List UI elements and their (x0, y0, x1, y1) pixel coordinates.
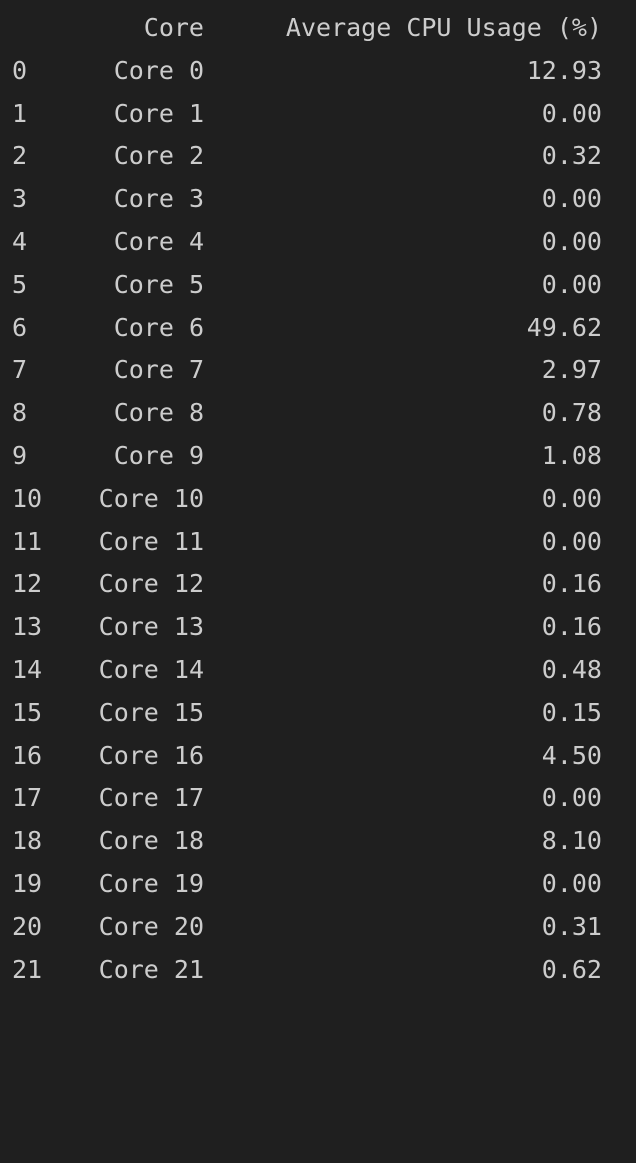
row-index: 13 (12, 612, 43, 642)
row-usage: 49.62 (526, 312, 602, 342)
table-row: 18 Core 18 8.10 (0, 820, 636, 863)
row-core: Core 1 (113, 98, 204, 128)
row-core: Core 7 (113, 355, 204, 385)
table-row: 6 Core 6 49.62 (0, 307, 636, 350)
row-usage: 0.48 (541, 654, 602, 684)
row-index: 11 (12, 526, 43, 556)
table-row: 3 Core 3 0.00 (0, 178, 636, 221)
table-row: 15 Core 15 0.15 (0, 692, 636, 735)
row-index: 10 (12, 483, 43, 513)
row-core: Core 4 (113, 226, 204, 256)
row-index: 17 (12, 783, 43, 813)
row-index: 8 (12, 398, 28, 428)
row-core: Core 12 (98, 569, 204, 599)
table-row: 0 Core 0 12.93 (0, 50, 636, 93)
row-core: Core 8 (113, 398, 204, 428)
row-core: Core 18 (98, 826, 204, 856)
dataframe-output: Core Average CPU Usage (%) 0 Core 0 12.9… (0, 0, 636, 991)
row-usage: 1.08 (541, 440, 602, 470)
row-index: 14 (12, 654, 43, 684)
row-index: 4 (12, 226, 28, 256)
row-usage: 8.10 (541, 826, 602, 856)
row-usage: 0.62 (541, 954, 602, 984)
row-core: Core 3 (113, 184, 204, 214)
row-index: 1 (12, 98, 28, 128)
row-index: 9 (12, 440, 28, 470)
row-usage: 0.16 (541, 612, 602, 642)
table-row: 9 Core 9 1.08 (0, 435, 636, 478)
row-usage: 12.93 (526, 55, 602, 85)
row-usage: 0.78 (541, 398, 602, 428)
row-index: 12 (12, 569, 43, 599)
table-row: 16 Core 16 4.50 (0, 735, 636, 778)
row-usage: 0.00 (541, 184, 602, 214)
table-row: 19 Core 19 0.00 (0, 863, 636, 906)
row-usage: 0.00 (541, 783, 602, 813)
row-index: 21 (12, 954, 43, 984)
table-row: 10 Core 10 0.00 (0, 478, 636, 521)
row-usage: 0.32 (541, 141, 602, 171)
row-core: Core 21 (98, 954, 204, 984)
table-row: 2 Core 2 0.32 (0, 135, 636, 178)
row-index: 15 (12, 697, 43, 727)
row-index: 20 (12, 911, 43, 941)
row-core: Core 16 (98, 740, 204, 770)
table-row: 1 Core 1 0.00 (0, 93, 636, 136)
table-row: 21 Core 21 0.62 (0, 949, 636, 992)
row-usage: 4.50 (541, 740, 602, 770)
row-index: 5 (12, 269, 28, 299)
row-index: 2 (12, 141, 28, 171)
row-core: Core 5 (113, 269, 204, 299)
row-core: Core 6 (113, 312, 204, 342)
row-index: 0 (12, 55, 28, 85)
row-core: Core 10 (98, 483, 204, 513)
table-row: 8 Core 8 0.78 (0, 392, 636, 435)
table-row: 11 Core 11 0.00 (0, 521, 636, 564)
row-core: Core 17 (98, 783, 204, 813)
table-row: 7 Core 7 2.97 (0, 349, 636, 392)
row-usage: 2.97 (541, 355, 602, 385)
row-usage: 0.00 (541, 269, 602, 299)
table-row: 13 Core 13 0.16 (0, 606, 636, 649)
row-usage: 0.31 (541, 911, 602, 941)
row-index: 7 (12, 355, 28, 385)
row-core: Core 20 (98, 911, 204, 941)
row-core: Core 14 (98, 654, 204, 684)
table-row: 20 Core 20 0.31 (0, 906, 636, 949)
row-usage: 0.00 (541, 868, 602, 898)
row-core: Core 11 (98, 526, 204, 556)
row-core: Core 13 (98, 612, 204, 642)
row-core: Core 9 (113, 440, 204, 470)
header-core: Core (143, 13, 204, 42)
row-usage: 0.00 (541, 98, 602, 128)
row-index: 6 (12, 312, 28, 342)
table-row: 5 Core 5 0.00 (0, 264, 636, 307)
row-usage: 0.16 (541, 569, 602, 599)
row-index: 3 (12, 184, 28, 214)
table-header: Core Average CPU Usage (%) (0, 7, 636, 50)
row-usage: 0.00 (541, 226, 602, 256)
table-row: 17 Core 17 0.00 (0, 777, 636, 820)
row-core: Core 19 (98, 868, 204, 898)
row-usage: 0.15 (541, 697, 602, 727)
row-usage: 0.00 (541, 483, 602, 513)
table-row: 12 Core 12 0.16 (0, 563, 636, 606)
row-index: 19 (12, 868, 43, 898)
header-usage: Average CPU Usage (%) (285, 13, 602, 42)
row-core: Core 2 (113, 141, 204, 171)
row-core: Core 0 (113, 55, 204, 85)
table-row: 14 Core 14 0.48 (0, 649, 636, 692)
row-core: Core 15 (98, 697, 204, 727)
table-row: 4 Core 4 0.00 (0, 221, 636, 264)
row-index: 18 (12, 826, 43, 856)
row-usage: 0.00 (541, 526, 602, 556)
row-index: 16 (12, 740, 43, 770)
